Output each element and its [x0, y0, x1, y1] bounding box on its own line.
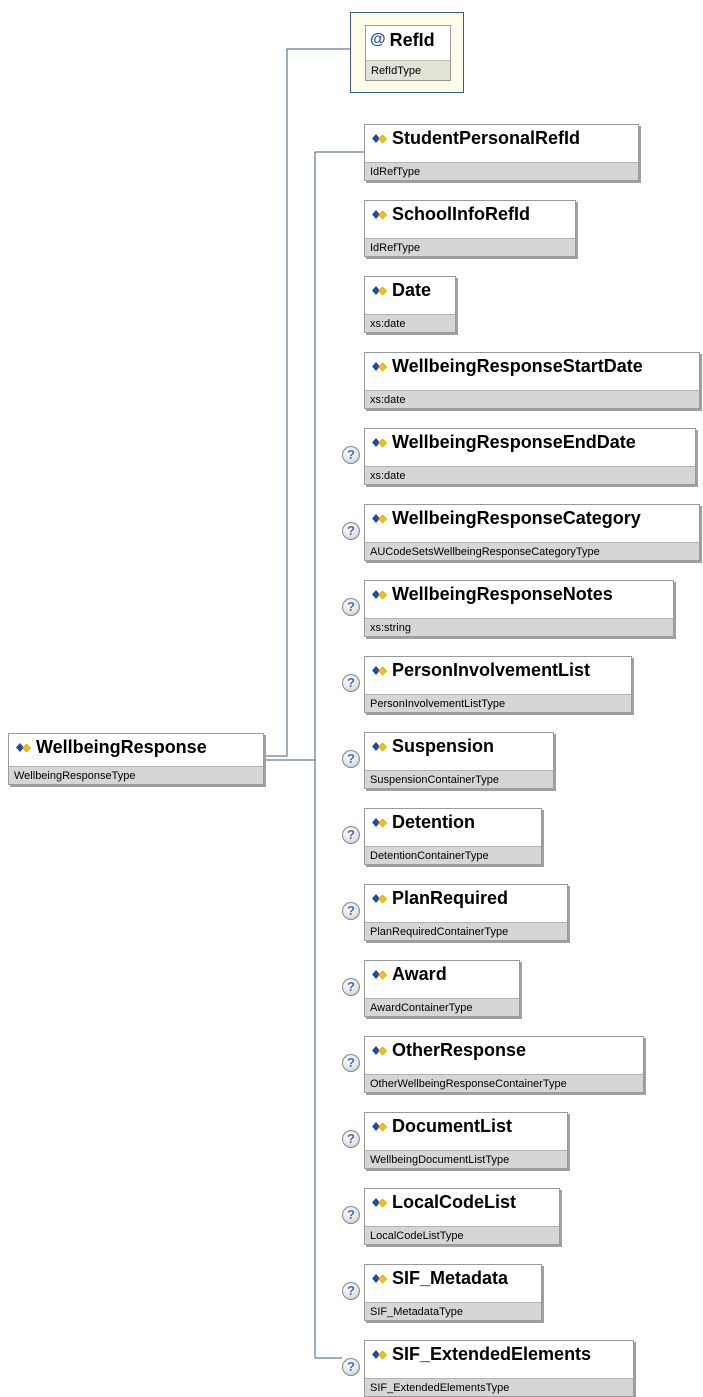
element-name: WellbeingResponseEndDate — [392, 432, 636, 452]
element-icon — [372, 285, 387, 295]
attribute-box[interactable]: @ RefId RefIdType — [350, 12, 464, 93]
element-name: PlanRequired — [392, 888, 509, 908]
element-box-schoolinforefid[interactable]: SchoolInfoRefId IdRefType — [364, 200, 576, 257]
element-name: Award — [392, 964, 447, 984]
element-name: Suspension — [392, 736, 495, 756]
element-type: IdRefType — [365, 162, 638, 180]
element-icon — [372, 513, 387, 523]
element-box-wellbeingresponsenotes[interactable]: WellbeingResponseNotes xs:string — [364, 580, 674, 637]
element-box-wellbeingresponsecategory[interactable]: WellbeingResponseCategory AUCodeSetsWellb… — [364, 504, 700, 561]
element-name: StudentPersonalRefId — [392, 128, 581, 148]
element-type: PersonInvolvementListType — [365, 694, 631, 712]
element-box-wellbeingresponsestartdate[interactable]: WellbeingResponseStartDate xs:date — [364, 352, 700, 409]
element-type: LocalCodeListType — [365, 1226, 559, 1244]
element-type: OtherWellbeingResponseContainerType — [365, 1074, 643, 1092]
element-box-suspension[interactable]: Suspension SuspensionContainerType — [364, 732, 554, 789]
element-type: AUCodeSetsWellbeingResponseCategoryType — [365, 542, 699, 560]
element-icon — [372, 133, 387, 143]
optional-marker-icon: ? — [342, 826, 360, 844]
element-type: WellbeingDocumentListType — [365, 1150, 567, 1168]
element-icon — [372, 1045, 387, 1055]
element-box-localcodelist[interactable]: LocalCodeList LocalCodeListType — [364, 1188, 560, 1245]
element-name: WellbeingResponseNotes — [392, 584, 613, 604]
element-box-planrequired[interactable]: PlanRequired PlanRequiredContainerType — [364, 884, 568, 941]
element-icon — [372, 1273, 387, 1283]
element-name: Detention — [392, 812, 475, 832]
element-box-sif-metadata[interactable]: SIF_Metadata SIF_MetadataType — [364, 1264, 542, 1321]
attribute-name: RefId — [389, 29, 435, 50]
element-box-wellbeingresponseenddate[interactable]: WellbeingResponseEndDate xs:date — [364, 428, 696, 485]
element-type: SuspensionContainerType — [365, 770, 553, 788]
element-box-sif-extendedelements[interactable]: SIF_ExtendedElements SIF_ExtendedElements… — [364, 1340, 634, 1397]
element-icon — [372, 437, 387, 447]
element-name: SIF_ExtendedElements — [392, 1344, 592, 1364]
element-name: DocumentList — [392, 1116, 513, 1136]
element-box-award[interactable]: Award AwardContainerType — [364, 960, 520, 1017]
attribute-at-icon: @ — [370, 31, 386, 48]
element-icon — [372, 893, 387, 903]
optional-marker-icon: ? — [342, 446, 360, 464]
element-box-studentpersonalrefid[interactable]: StudentPersonalRefId IdRefType — [364, 124, 639, 181]
root-element-name: WellbeingResponse — [36, 737, 207, 757]
element-name: LocalCodeList — [392, 1192, 517, 1212]
element-icon — [372, 1121, 387, 1131]
element-name: SIF_Metadata — [392, 1268, 509, 1288]
element-type: AwardContainerType — [365, 998, 519, 1016]
optional-marker-icon: ? — [342, 978, 360, 996]
element-icon — [372, 589, 387, 599]
element-type: SIF_ExtendedElementsType — [365, 1378, 633, 1396]
element-box-otherresponse[interactable]: OtherResponse OtherWellbeingResponseConta… — [364, 1036, 644, 1093]
element-icon — [372, 361, 387, 371]
element-type: PlanRequiredContainerType — [365, 922, 567, 940]
optional-marker-icon: ? — [342, 1054, 360, 1072]
root-element-type: WellbeingResponseType — [9, 766, 263, 784]
element-icon — [372, 1197, 387, 1207]
element-name: WellbeingResponseStartDate — [392, 356, 643, 376]
element-type: xs:date — [365, 314, 455, 332]
element-type: DetentionContainerType — [365, 846, 541, 864]
optional-marker-icon: ? — [342, 1130, 360, 1148]
element-type: SIF_MetadataType — [365, 1302, 541, 1320]
element-icon — [372, 209, 387, 219]
optional-marker-icon: ? — [342, 598, 360, 616]
element-name: WellbeingResponseCategory — [392, 508, 641, 528]
element-name: OtherResponse — [392, 1040, 527, 1060]
element-name: Date — [392, 280, 432, 300]
optional-marker-icon: ? — [342, 1358, 360, 1376]
attribute-connector — [264, 48, 350, 757]
element-box-documentlist[interactable]: DocumentList WellbeingDocumentListType — [364, 1112, 568, 1169]
element-box-detention[interactable]: Detention DetentionContainerType — [364, 808, 542, 865]
element-icon — [372, 969, 387, 979]
element-name: SchoolInfoRefId — [392, 204, 530, 224]
element-icon — [372, 1349, 387, 1359]
element-icon — [372, 817, 387, 827]
element-icon — [16, 742, 31, 752]
attribute-type: RefIdType — [366, 60, 450, 80]
optional-marker-icon: ? — [342, 750, 360, 768]
element-box-date[interactable]: Date xs:date — [364, 276, 456, 333]
element-icon — [372, 741, 387, 751]
element-type: xs:date — [365, 466, 695, 484]
element-name: PersonInvolvementList — [392, 660, 591, 680]
element-type: IdRefType — [365, 238, 575, 256]
optional-marker-icon: ? — [342, 1206, 360, 1224]
element-box-personinvolvementlist[interactable]: PersonInvolvementList PersonInvolvementLi… — [364, 656, 632, 713]
element-icon — [372, 665, 387, 675]
optional-marker-icon: ? — [342, 1282, 360, 1300]
optional-marker-icon: ? — [342, 522, 360, 540]
element-type: xs:date — [365, 390, 699, 408]
optional-marker-icon: ? — [342, 674, 360, 692]
root-element-box[interactable]: WellbeingResponse WellbeingResponseType — [8, 733, 264, 785]
optional-marker-icon: ? — [342, 902, 360, 920]
element-type: xs:string — [365, 618, 673, 636]
